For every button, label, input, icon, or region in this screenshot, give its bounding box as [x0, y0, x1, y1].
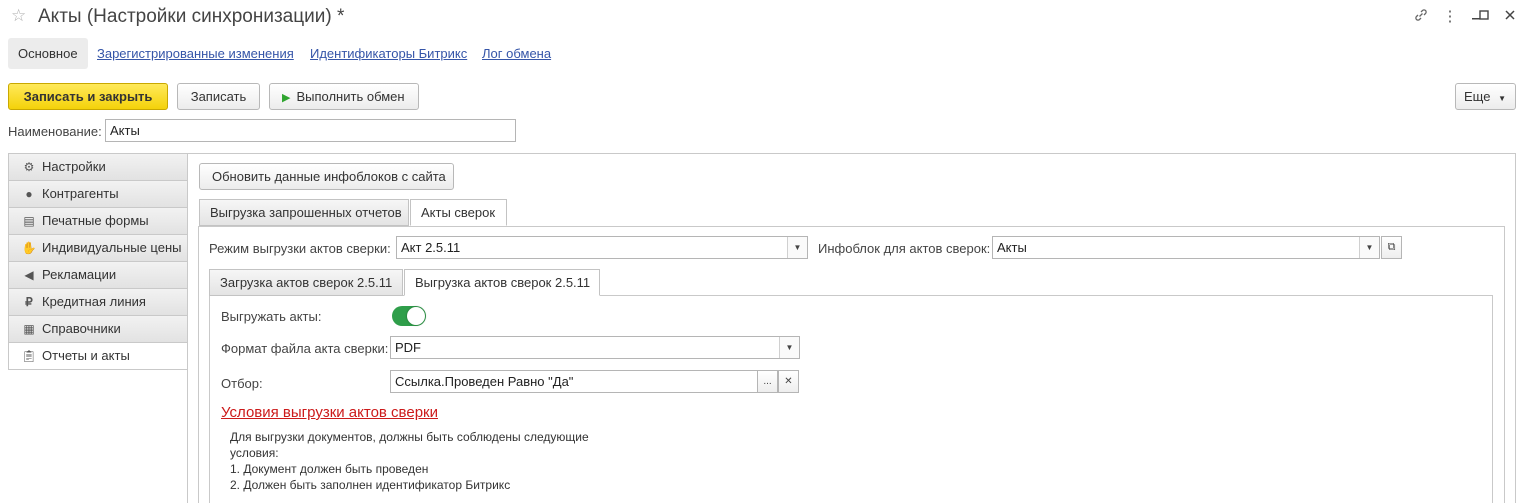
subtab-import-acts[interactable]: Загрузка актов сверок 2.5.11: [209, 269, 403, 296]
megaphone-icon: ◀: [24, 268, 34, 282]
mode-label: Режим выгрузки актов сверки:: [209, 241, 391, 256]
subtab-export-acts[interactable]: Выгрузка актов сверок 2.5.11: [404, 269, 600, 296]
mode-select[interactable]: Акт 2.5.11 ▼: [396, 236, 808, 259]
sidebar-item-directories[interactable]: ▦ Справочники: [8, 315, 188, 342]
sidebar-item-label: Рекламации: [42, 267, 117, 282]
conditions-line: 1. Документ должен быть проведен: [230, 462, 429, 476]
star-icon[interactable]: ☆: [11, 6, 26, 26]
clear-icon[interactable]: ✕: [778, 370, 799, 393]
refresh-infoblocks-button[interactable]: Обновить данные инфоблоков с сайта: [199, 163, 454, 190]
sidebar-item-label: Отчеты и акты: [42, 348, 130, 363]
ruble-icon: ₽: [25, 295, 33, 309]
handshake-icon: ✋: [21, 241, 37, 255]
save-and-close-button[interactable]: Записать и закрыть: [8, 83, 168, 110]
title-bar: ☆ Акты (Настройки синхронизации) * ⋮: [0, 0, 1528, 34]
tab-main[interactable]: Основное: [8, 38, 88, 69]
link-icon[interactable]: [1411, 7, 1431, 27]
clipboard-icon: 📋︎: [21, 349, 37, 363]
play-icon: ▶: [282, 92, 291, 104]
mode-value: Акт 2.5.11: [401, 240, 461, 255]
sidebar-item-label: Настройки: [42, 159, 106, 174]
conditions-heading[interactable]: Условия выгрузки актов сверки: [221, 404, 438, 421]
format-value: PDF: [395, 340, 421, 355]
sidebar-item-print-forms[interactable]: ▤ Печатные формы: [8, 207, 188, 234]
export-acts-toggle[interactable]: [392, 306, 426, 326]
name-input[interactable]: Акты: [105, 119, 516, 142]
more-label: Еще: [1464, 89, 1491, 104]
table-icon: ▦: [23, 322, 35, 336]
name-label: Наименование:: [8, 124, 102, 139]
infoblock-select[interactable]: Акты ▼: [992, 236, 1380, 259]
filter-label: Отбор:: [221, 376, 263, 391]
infoblock-label: Инфоблок для актов сверок:: [818, 241, 991, 256]
sidebar-item-credit-line[interactable]: ₽ Кредитная линия: [8, 288, 188, 315]
run-exchange-button[interactable]: ▶ Выполнить обмен: [269, 83, 419, 110]
sidebar-item-label: Кредитная линия: [42, 294, 146, 309]
run-exchange-label: Выполнить обмен: [296, 89, 405, 104]
filter-input[interactable]: Ссылка.Проведен Равно "Да": [390, 370, 758, 393]
more-button[interactable]: Еще ▼: [1455, 83, 1516, 110]
sidebar-item-reclamations[interactable]: ◀ Рекламации: [8, 261, 188, 288]
chevron-down-icon[interactable]: ▼: [779, 337, 799, 358]
toggle-knob: [407, 307, 425, 325]
close-icon[interactable]: [1500, 7, 1520, 27]
chevron-down-icon[interactable]: ▼: [787, 237, 807, 258]
tab-requested-reports[interactable]: Выгрузка запрошенных отчетов: [199, 199, 409, 226]
format-select[interactable]: PDF ▼: [390, 336, 800, 359]
chevron-down-icon[interactable]: ▼: [1359, 237, 1379, 258]
sidebar-item-label: Контрагенты: [42, 186, 119, 201]
link-exchange-log[interactable]: Лог обмена: [482, 38, 551, 69]
conditions-line: 2. Должен быть заполнен идентификатор Би…: [230, 478, 511, 492]
maximize-icon[interactable]: [1474, 7, 1494, 27]
sidebar-item-label: Индивидуальные цены: [42, 240, 182, 255]
window-title: Акты (Настройки синхронизации) *: [38, 6, 345, 27]
conditions-line: Для выгрузки документов, должны быть соб…: [230, 430, 589, 444]
sidebar-item-label: Справочники: [42, 321, 121, 336]
sidebar-item-label: Печатные формы: [42, 213, 149, 228]
more-vertical-icon[interactable]: ⋮: [1440, 7, 1460, 27]
sidebar-item-reports-acts[interactable]: 📋︎ Отчеты и акты: [8, 342, 189, 370]
select-filter-button[interactable]: ...: [757, 370, 778, 393]
format-label: Формат файла акта сверки:: [221, 341, 389, 356]
sidebar-item-counterparties[interactable]: ● Контрагенты: [8, 180, 188, 207]
save-button[interactable]: Записать: [177, 83, 260, 110]
export-acts-label: Выгружать акты:: [221, 309, 322, 324]
people-icon: ●: [25, 187, 33, 201]
link-registered-changes[interactable]: Зарегистрированные изменения: [97, 38, 294, 69]
chevron-down-icon: ▼: [1498, 94, 1506, 103]
link-bitrix-ids[interactable]: Идентификаторы Битрикс: [310, 38, 467, 69]
sidebar-item-settings[interactable]: ⚙ Настройки: [8, 153, 188, 180]
document-icon: ▤: [23, 214, 35, 228]
open-icon[interactable]: ⧉: [1381, 236, 1402, 259]
sidebar-item-individual-prices[interactable]: ✋ Индивидуальные цены: [8, 234, 188, 261]
infoblock-value: Акты: [997, 240, 1027, 255]
gear-icon: ⚙: [23, 160, 35, 174]
conditions-line: условия:: [230, 446, 279, 460]
tab-reconciliation-acts[interactable]: Акты сверок: [410, 199, 507, 226]
